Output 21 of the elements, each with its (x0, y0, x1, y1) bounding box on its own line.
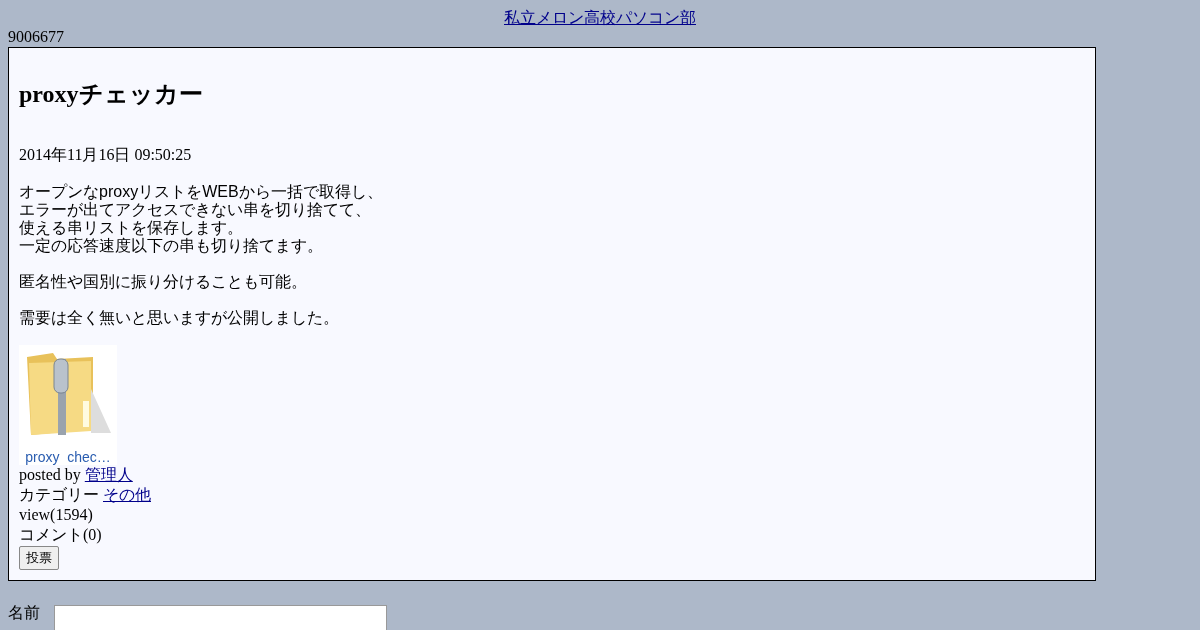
vote-button[interactable]: 投票 (19, 546, 59, 570)
body-text: 一定の応答速度以下の串も切り捨てます。 (19, 237, 324, 255)
category-label: カテゴリー (19, 486, 99, 503)
visit-counter: 9006677 (8, 27, 65, 47)
author-link[interactable]: 管理人 (84, 466, 133, 483)
body-text: 匿名性や国別に振り分けることも可能。 (19, 273, 308, 291)
site-link[interactable]: 私立メロン高校パソコン部 (504, 9, 696, 26)
attachment-name[interactable]: proxy chec… (25, 449, 111, 465)
name-label: 名前 (8, 603, 40, 623)
comment-count: コメント(0) (19, 525, 103, 545)
view-count: view(1594) (19, 505, 94, 525)
body-text: エラーが出てアクセスできない串を切り捨てて、 (19, 201, 372, 219)
body-text: 需要は全く無いと思いますが公開しました。 (19, 309, 340, 327)
category-link[interactable]: その他 (103, 486, 151, 503)
body-text: 使える串リストを保存します。 (19, 219, 244, 237)
posted-by-label: posted by (19, 466, 81, 483)
post-title: proxyチェッカー (19, 80, 204, 109)
body-text: オープンなproxyリストをWEBから一括で取得し、 (19, 183, 384, 201)
attachment-tile[interactable]: proxy chec… (19, 345, 117, 465)
name-field[interactable] (54, 605, 387, 630)
post-date: 2014年11月16日 09:50:25 (19, 145, 193, 165)
